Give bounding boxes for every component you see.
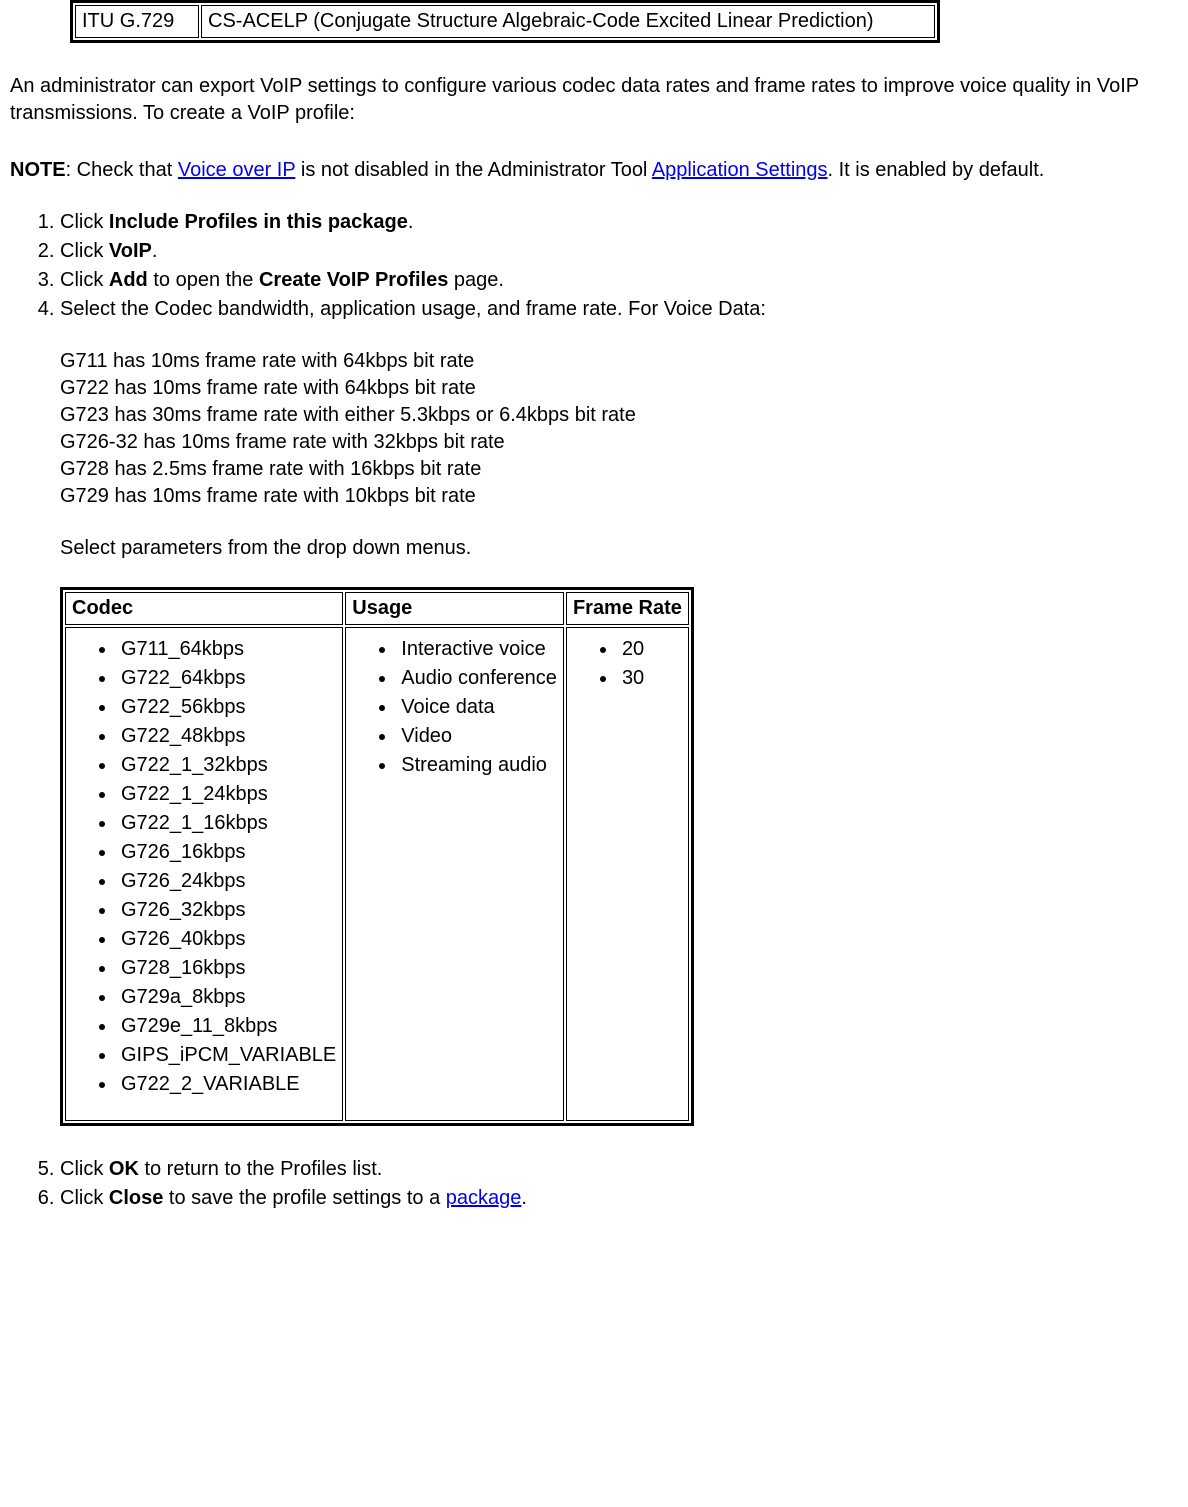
- step-2-text-c: .: [152, 240, 158, 262]
- header-frame-rate: Frame Rate: [566, 592, 689, 625]
- steps-list: Click Include Profiles in this package. …: [20, 209, 1168, 1212]
- list-item: 30: [618, 665, 682, 692]
- list-item: G729a_8kbps: [117, 984, 336, 1011]
- list-item: Audio conference: [397, 665, 557, 692]
- codec-line: G722 has 10ms frame rate with 64kbps bit…: [60, 375, 1168, 402]
- codec-definition-table: ITU G.729 CS-ACELP (Conjugate Structure …: [70, 0, 940, 43]
- usage-list: Interactive voice Audio conference Voice…: [352, 636, 557, 779]
- select-parameters-text: Select parameters from the drop down men…: [60, 535, 1168, 562]
- step-1-text-a: Click: [60, 211, 109, 233]
- header-usage: Usage: [345, 592, 564, 625]
- step-3-text-a: Click: [60, 269, 109, 291]
- list-item: Interactive voice: [397, 636, 557, 663]
- step-3: Click Add to open the Create VoIP Profil…: [60, 267, 1168, 294]
- list-item: G726_40kbps: [117, 926, 336, 953]
- codec-desc-cell: CS-ACELP (Conjugate Structure Algebraic-…: [201, 5, 935, 38]
- step-6: Click Close to save the profile settings…: [60, 1185, 1168, 1212]
- codec-list: G711_64kbps G722_64kbps G722_56kbps G722…: [72, 636, 336, 1098]
- step-4-text: Select the Codec bandwidth, application …: [60, 298, 766, 320]
- list-item: G722_56kbps: [117, 694, 336, 721]
- step-2-text-a: Click: [60, 240, 109, 262]
- list-item: Video: [397, 723, 557, 750]
- step-5-text-a: Click: [60, 1158, 109, 1180]
- list-item: Voice data: [397, 694, 557, 721]
- codec-line: G723 has 30ms frame rate with either 5.3…: [60, 402, 1168, 429]
- step-6-text-c: to save the profile settings to a: [163, 1187, 445, 1209]
- codec-info-block: G711 has 10ms frame rate with 64kbps bit…: [60, 348, 1168, 510]
- codec-line: G729 has 10ms frame rate with 10kbps bit…: [60, 483, 1168, 510]
- step-3-text-e: page.: [448, 269, 504, 291]
- step-6-text-d: .: [521, 1187, 527, 1209]
- frame-rate-list: 20 30: [573, 636, 682, 692]
- list-item: G711_64kbps: [117, 636, 336, 663]
- codec-name-cell: ITU G.729: [75, 5, 199, 38]
- list-item: G726_24kbps: [117, 868, 336, 895]
- note-text-3: . It is enabled by default.: [828, 159, 1045, 181]
- step-3-text-c: to open the: [148, 269, 259, 291]
- step-1: Click Include Profiles in this package.: [60, 209, 1168, 236]
- list-item: G726_16kbps: [117, 839, 336, 866]
- note-text-2: is not disabled in the Administrator Too…: [295, 159, 652, 181]
- step-2-bold: VoIP: [109, 240, 152, 262]
- step-4: Select the Codec bandwidth, application …: [60, 296, 1168, 1126]
- application-settings-link[interactable]: Application Settings: [652, 159, 828, 181]
- list-item: G726_32kbps: [117, 897, 336, 924]
- frame-rate-cell: 20 30: [566, 627, 689, 1121]
- list-item: G722_1_16kbps: [117, 810, 336, 837]
- list-item: G722_1_24kbps: [117, 781, 336, 808]
- list-item: G722_2_VARIABLE: [117, 1071, 336, 1098]
- note-label: NOTE: [10, 159, 66, 181]
- step-6-text-a: Click: [60, 1187, 109, 1209]
- list-item: G722_64kbps: [117, 665, 336, 692]
- step-5-text-c: to return to the Profiles list.: [139, 1158, 382, 1180]
- list-item: 20: [618, 636, 682, 663]
- step-5: Click OK to return to the Profiles list.: [60, 1156, 1168, 1183]
- list-item: GIPS_iPCM_VARIABLE: [117, 1042, 336, 1069]
- parameters-table: Codec Usage Frame Rate G711_64kbps G722_…: [60, 587, 694, 1126]
- step-1-bold: Include Profiles in this package: [109, 211, 408, 233]
- step-1-text-c: .: [408, 211, 414, 233]
- usage-cell: Interactive voice Audio conference Voice…: [345, 627, 564, 1121]
- codec-cell: G711_64kbps G722_64kbps G722_56kbps G722…: [65, 627, 343, 1121]
- intro-paragraph: An administrator can export VoIP setting…: [10, 73, 1178, 127]
- step-2: Click VoIP.: [60, 238, 1168, 265]
- list-item: G728_16kbps: [117, 955, 336, 982]
- header-codec: Codec: [65, 592, 343, 625]
- step-6-bold: Close: [109, 1187, 163, 1209]
- package-link[interactable]: package: [446, 1187, 522, 1209]
- codec-line: G711 has 10ms frame rate with 64kbps bit…: [60, 348, 1168, 375]
- step-3-bold-1: Add: [109, 269, 148, 291]
- note-text-1: : Check that: [66, 159, 178, 181]
- step-3-bold-2: Create VoIP Profiles: [259, 269, 448, 291]
- list-item: G729e_11_8kbps: [117, 1013, 336, 1040]
- list-item: Streaming audio: [397, 752, 557, 779]
- codec-line: G728 has 2.5ms frame rate with 16kbps bi…: [60, 456, 1168, 483]
- voice-over-ip-link[interactable]: Voice over IP: [178, 159, 295, 181]
- codec-line: G726-32 has 10ms frame rate with 32kbps …: [60, 429, 1168, 456]
- list-item: G722_48kbps: [117, 723, 336, 750]
- step-5-bold: OK: [109, 1158, 139, 1180]
- list-item: G722_1_32kbps: [117, 752, 336, 779]
- note-paragraph: NOTE: Check that Voice over IP is not di…: [10, 157, 1178, 184]
